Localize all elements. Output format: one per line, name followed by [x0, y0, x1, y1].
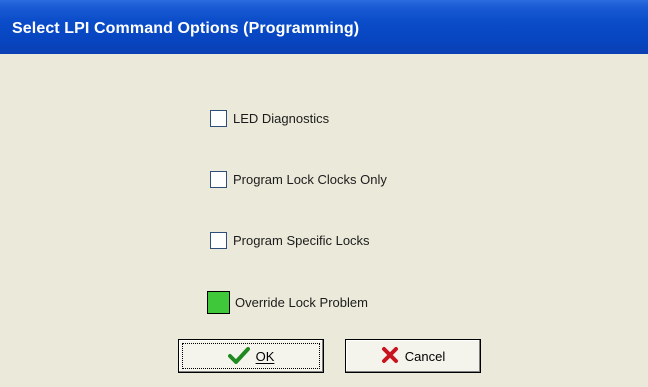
focus-ring [182, 343, 320, 369]
led-diagnostics-label: LED Diagnostics [233, 111, 330, 126]
override-color-swatch[interactable] [207, 291, 230, 314]
ok-button[interactable]: OK [178, 339, 324, 373]
option-led-diagnostics[interactable]: LED Diagnostics [210, 110, 329, 127]
option-program-lock-clocks-only[interactable]: Program Lock Clocks Only [210, 171, 387, 188]
program-lock-clocks-only-label: Program Lock Clocks Only [233, 172, 387, 187]
title-bar[interactable]: Select LPI Command Options (Programming) [0, 0, 648, 54]
program-specific-locks-label: Program Specific Locks [233, 233, 370, 248]
option-override-lock-problem[interactable]: Override Lock Problem [207, 291, 368, 314]
cancel-button[interactable]: Cancel [345, 339, 481, 373]
dialog-title: Select LPI Command Options (Programming) [12, 20, 360, 37]
led-diagnostics-checkbox[interactable] [210, 110, 227, 127]
checkmark-icon [227, 346, 250, 367]
cancel-button-label: Cancel [404, 348, 446, 364]
ok-button-label: OK [255, 348, 275, 364]
program-lock-clocks-only-checkbox[interactable] [210, 171, 227, 188]
option-program-specific-locks[interactable]: Program Specific Locks [210, 232, 370, 249]
x-icon [381, 346, 399, 367]
lpi-command-options-dialog: Select LPI Command Options (Programming)… [0, 0, 648, 387]
program-specific-locks-checkbox[interactable] [210, 232, 227, 249]
override-lock-problem-label: Override Lock Problem [235, 295, 368, 310]
